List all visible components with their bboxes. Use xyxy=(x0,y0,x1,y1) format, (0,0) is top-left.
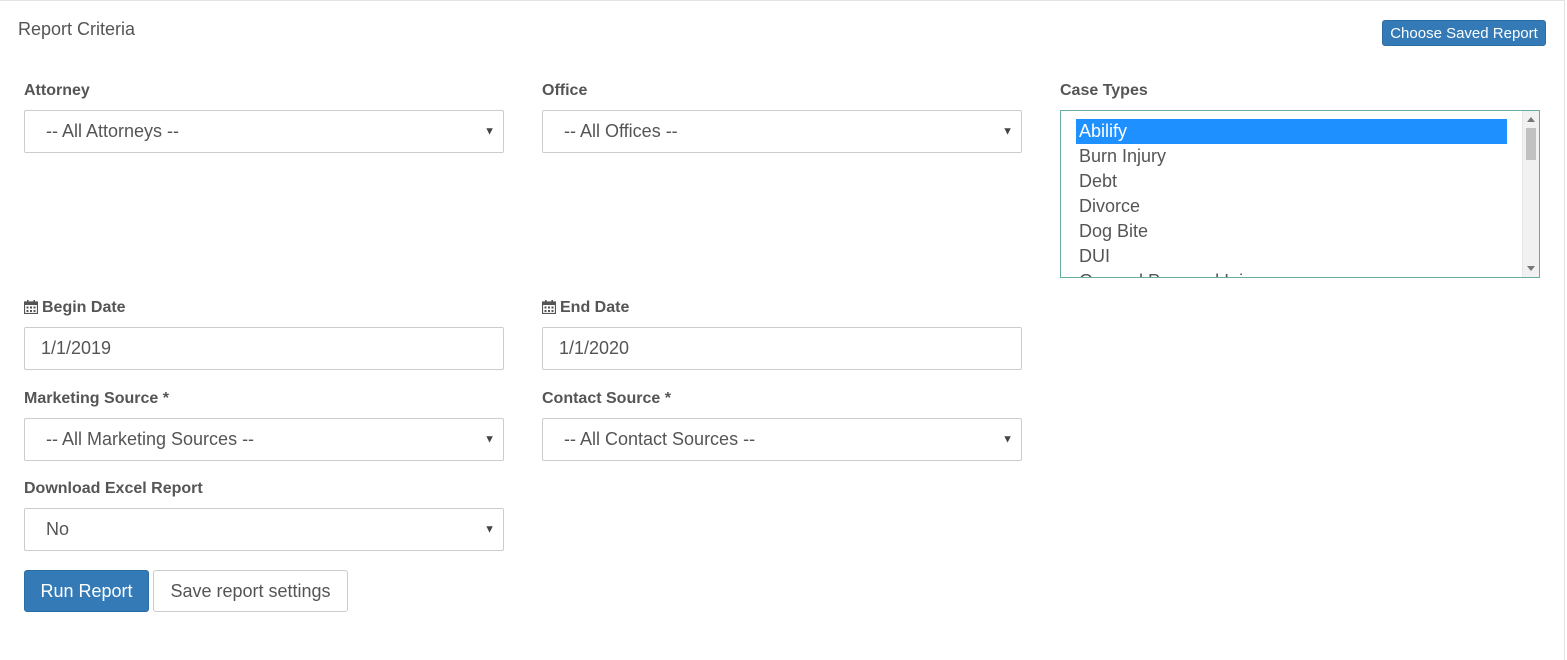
case-type-option[interactable]: Abilify xyxy=(1076,119,1507,144)
calendar-icon xyxy=(541,300,557,319)
report-criteria-panel: Report Criteria Choose Saved Report Atto… xyxy=(0,0,1565,660)
contact-source-value: -- All Contact Sources -- xyxy=(564,429,756,449)
attorney-select[interactable]: -- All Attorneys -- ▼ xyxy=(24,110,504,153)
marketing-source-label: Marketing Source * xyxy=(24,390,169,407)
begin-date-label: Begin Date xyxy=(23,299,126,319)
end-date-label-text: End Date xyxy=(560,299,630,316)
office-select[interactable]: -- All Offices -- ▼ xyxy=(542,110,1022,153)
calendar-icon xyxy=(23,300,39,319)
chevron-down-icon: ▼ xyxy=(484,522,495,535)
begin-date-input[interactable]: 1/1/2019 xyxy=(24,327,504,370)
panel-title: Report Criteria xyxy=(18,19,136,39)
begin-date-value: 1/1/2019 xyxy=(41,338,112,358)
case-type-option[interactable]: Burn Injury xyxy=(1076,144,1507,169)
chevron-down-icon: ▼ xyxy=(484,432,495,445)
end-date-label: End Date xyxy=(541,299,630,319)
run-report-button[interactable]: Run Report xyxy=(24,570,149,612)
choose-saved-report-button[interactable]: Choose Saved Report xyxy=(1382,20,1546,46)
save-report-settings-button[interactable]: Save report settings xyxy=(153,570,348,612)
marketing-source-select[interactable]: -- All Marketing Sources -- ▼ xyxy=(24,418,504,461)
scroll-up-arrow-icon[interactable] xyxy=(1527,117,1535,122)
office-label: Office xyxy=(542,82,588,99)
case-types-listbox[interactable]: Abilify Burn Injury Debt Divorce Dog Bit… xyxy=(1060,110,1540,278)
case-type-option[interactable]: Debt xyxy=(1076,169,1507,194)
case-type-option[interactable]: Divorce xyxy=(1076,194,1507,219)
contact-source-label: Contact Source * xyxy=(542,390,671,407)
case-type-option[interactable]: DUI xyxy=(1076,244,1507,269)
attorney-select-value: -- All Attorneys -- xyxy=(46,121,180,141)
listbox-scrollbar[interactable] xyxy=(1522,111,1539,277)
download-excel-label: Download Excel Report xyxy=(24,480,203,497)
chevron-down-icon: ▼ xyxy=(1002,124,1013,137)
download-excel-select[interactable]: No ▼ xyxy=(24,508,504,551)
scrollbar-thumb[interactable] xyxy=(1526,128,1536,160)
case-type-option[interactable]: General Personal Injury xyxy=(1076,269,1507,277)
office-select-value: -- All Offices -- xyxy=(564,121,678,141)
scroll-down-arrow-icon[interactable] xyxy=(1527,266,1535,271)
chevron-down-icon: ▼ xyxy=(484,124,495,137)
case-type-option[interactable]: Dog Bite xyxy=(1076,219,1507,244)
begin-date-label-text: Begin Date xyxy=(42,299,126,316)
chevron-down-icon: ▼ xyxy=(1002,432,1013,445)
end-date-input[interactable]: 1/1/2020 xyxy=(542,327,1022,370)
attorney-label: Attorney xyxy=(24,82,90,99)
download-excel-value: No xyxy=(46,519,70,539)
end-date-value: 1/1/2020 xyxy=(559,338,630,358)
case-types-label: Case Types xyxy=(1060,82,1148,99)
marketing-source-value: -- All Marketing Sources -- xyxy=(46,429,255,449)
contact-source-select[interactable]: -- All Contact Sources -- ▼ xyxy=(542,418,1022,461)
